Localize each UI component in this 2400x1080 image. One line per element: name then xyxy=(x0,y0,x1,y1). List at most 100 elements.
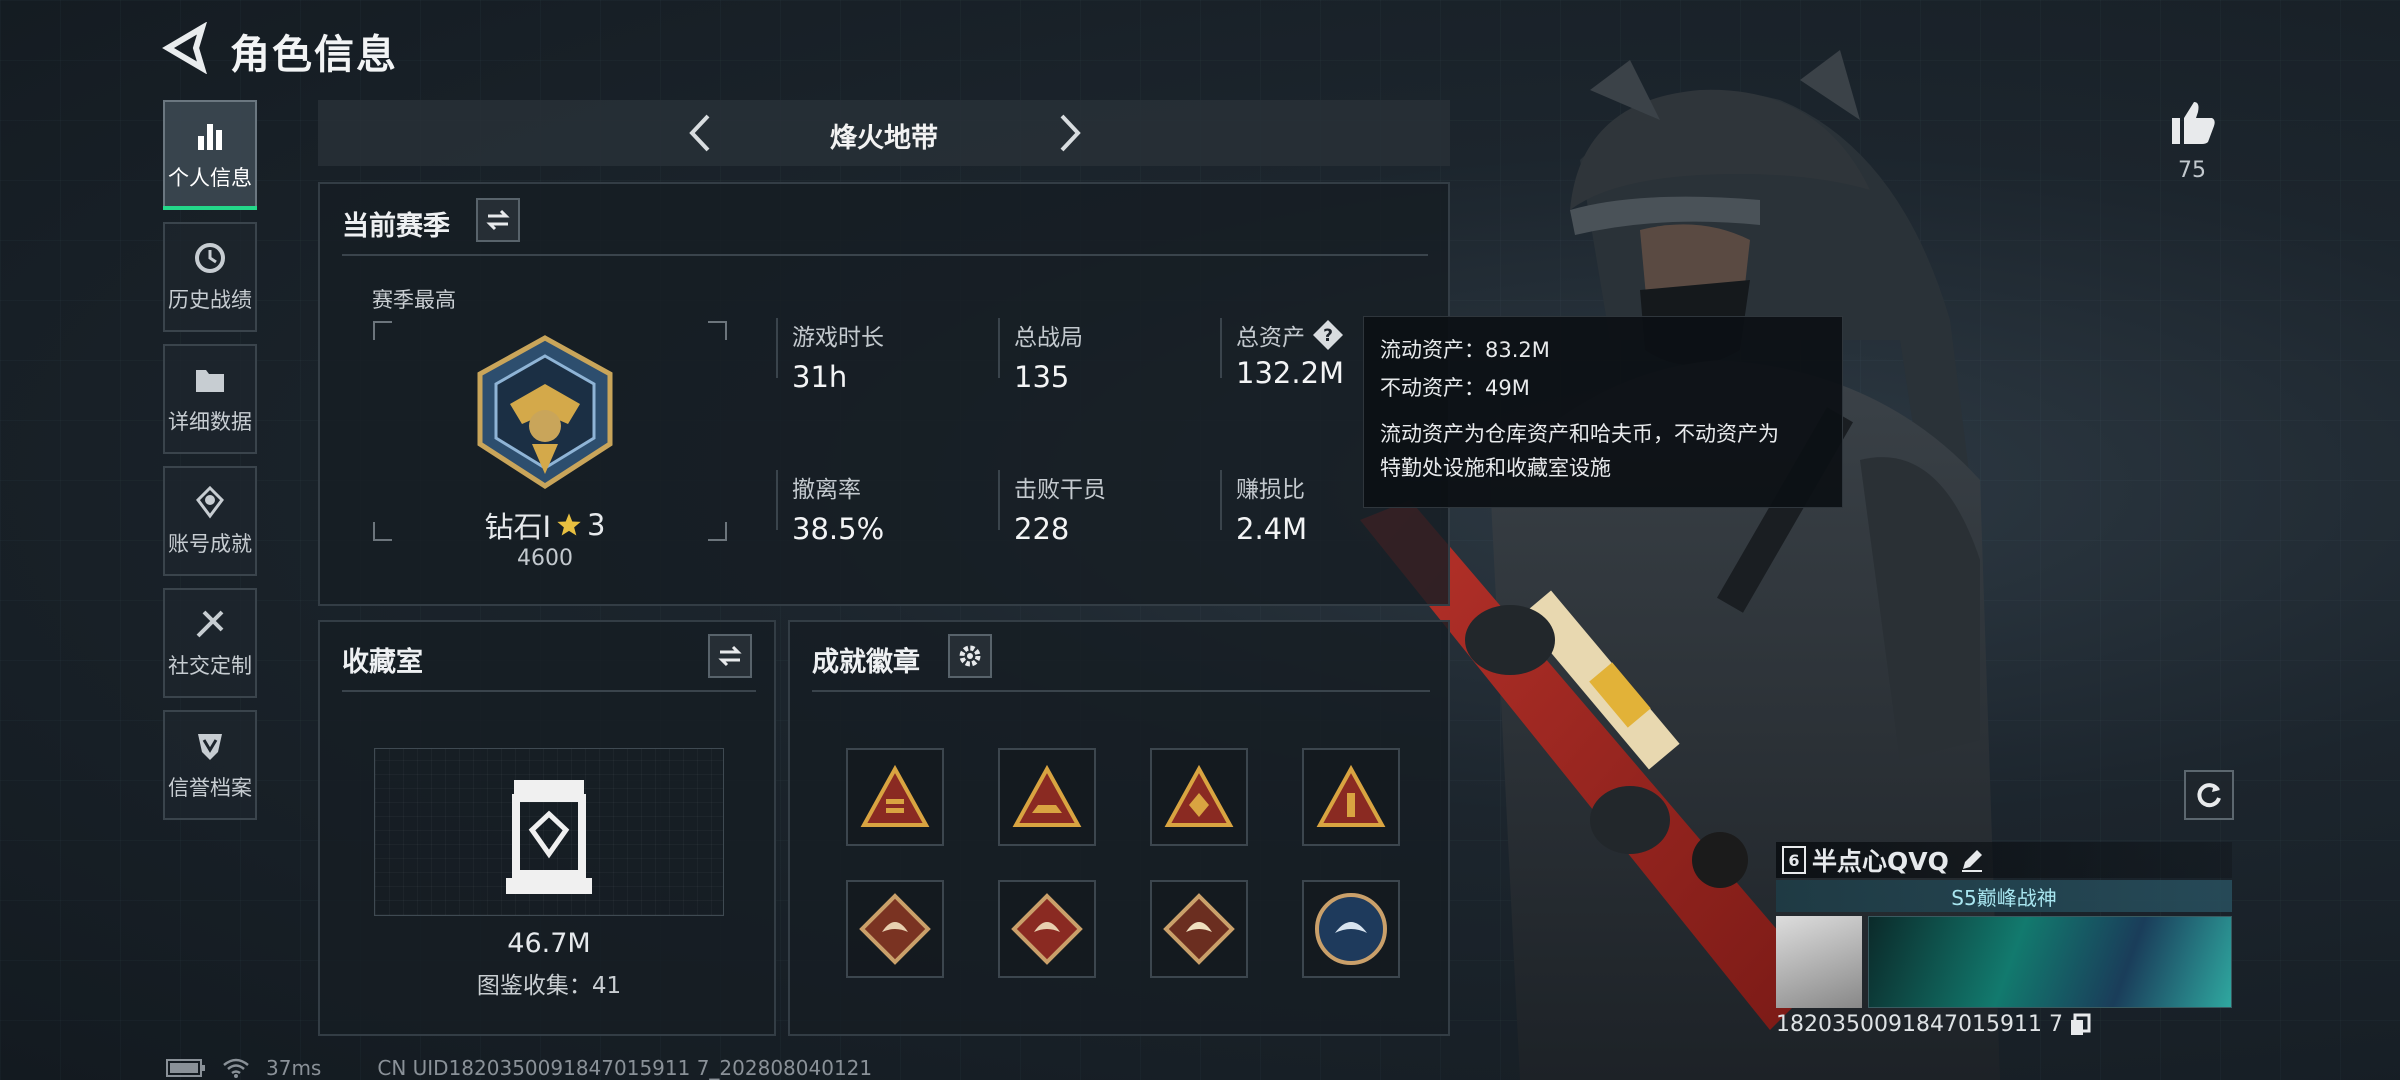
achievements-title: 成就徽章 xyxy=(812,647,920,678)
sidebar-item-label: 账号成就 xyxy=(168,532,252,556)
achievement-icon xyxy=(196,485,224,519)
tools-icon xyxy=(196,610,224,638)
player-card: 6 半点心QVQ S5巅峰战神 1820350091847015911 7 xyxy=(1776,842,2232,1046)
sidebar-item-achievements[interactable]: 账号成就 xyxy=(163,466,257,576)
stat-total-matches: 总战局 135 xyxy=(998,318,1198,394)
achievement-badge[interactable] xyxy=(1302,748,1400,846)
stat-playtime: 游戏时长 31h xyxy=(776,318,976,394)
collection-display-case-icon xyxy=(506,780,592,894)
diamond-rank-emblem-icon xyxy=(477,335,613,489)
season-best-label: 赛季最高 xyxy=(372,288,456,312)
bar-chart-icon xyxy=(198,124,222,150)
player-title: S5巅峰战神 xyxy=(1951,885,2057,910)
player-banner xyxy=(1868,916,2232,1008)
tooltip-description: 流动资产为仓库资产和哈夫币，不动资产为 特勤处设施和收藏室设施 xyxy=(1380,417,1826,485)
folder-icon xyxy=(196,370,224,392)
wifi-icon xyxy=(223,1058,249,1078)
achievement-badges-panel: 成就徽章 xyxy=(788,620,1450,1036)
rank-score: 4600 xyxy=(517,546,573,571)
achievements-settings-button[interactable] xyxy=(948,634,992,678)
stat-label: 击败干员 xyxy=(1014,477,1106,503)
player-uid: 1820350091847015911 7 xyxy=(1776,1012,2063,1037)
swap-icon xyxy=(486,209,510,231)
clock-icon xyxy=(195,243,225,273)
star-icon xyxy=(557,513,581,536)
season-title: 当前赛季 xyxy=(342,211,450,242)
triangle-number-badge-icon xyxy=(1316,765,1386,827)
next-mode-arrow-icon[interactable] xyxy=(1046,110,1092,156)
triangle-emblem-badge-icon xyxy=(1164,765,1234,827)
status-bar: 37ms CN UID1820350091847015911 7_2028080… xyxy=(166,1056,872,1080)
dragon-diamond-red-badge-icon xyxy=(1011,893,1083,965)
tooltip-description-line: 特勤处设施和收藏室设施 xyxy=(1380,456,1611,480)
tooltip-description-line: 流动资产为仓库资产和哈夫币，不动资产为 xyxy=(1380,422,1779,446)
sidebar-item-label: 历史战绩 xyxy=(168,288,252,312)
uid-status-line: CN UID1820350091847015911 7_202808040121 xyxy=(377,1056,873,1080)
back-button[interactable] xyxy=(160,22,210,74)
player-name: 半点心QVQ xyxy=(1812,847,1949,876)
triangle-bars-badge-icon xyxy=(860,765,930,827)
sidebar-item-label: 详细数据 xyxy=(168,410,252,434)
achievement-badge[interactable] xyxy=(1150,880,1248,978)
rank-stars: 3 xyxy=(587,508,606,542)
stat-extraction-rate: 撤离率 38.5% xyxy=(776,470,976,546)
stat-value: 228 xyxy=(1014,512,1070,546)
mode-switcher: 烽火地带 xyxy=(318,100,1450,166)
sidebar-item-history[interactable]: 历史战绩 xyxy=(163,222,257,332)
thumbs-up-icon[interactable] xyxy=(2168,98,2218,146)
stat-value: 2.4M xyxy=(1236,512,1308,546)
sidebar-item-label: 个人信息 xyxy=(168,166,252,190)
achievement-badge[interactable] xyxy=(998,880,1096,978)
rank-name: 钻石I xyxy=(484,510,552,544)
battery-icon xyxy=(166,1059,205,1077)
swap-icon xyxy=(718,645,742,667)
achievement-badge[interactable] xyxy=(846,880,944,978)
achievement-badge[interactable] xyxy=(998,748,1096,846)
svg-text:?: ? xyxy=(1323,326,1333,346)
edit-icon[interactable] xyxy=(1959,847,1985,873)
achievement-badge[interactable] xyxy=(846,748,944,846)
collection-swap-button[interactable] xyxy=(708,634,752,678)
sidebar-item-label: 信誉档案 xyxy=(168,776,252,800)
dragon-diamond-badge-icon xyxy=(859,893,931,965)
current-season-panel: 当前赛季 赛季最高 钻石I 3 4600 游戏时长 31h 总战局 135 总资… xyxy=(318,182,1450,606)
gear-icon xyxy=(959,645,981,667)
dragon-diamond-gold-badge-icon xyxy=(1163,893,1235,965)
rank-display: 钻石I 3 xyxy=(480,504,610,546)
collection-title: 收藏室 xyxy=(342,647,423,678)
stat-value: 31h xyxy=(792,360,848,394)
stat-label: 总战局 xyxy=(1014,325,1083,351)
sidebar-item-credit-record[interactable]: 信誉档案 xyxy=(163,710,257,820)
achievement-badge[interactable] xyxy=(1302,880,1400,978)
refresh-icon xyxy=(2197,783,2221,808)
collection-count: 图鉴收集：41 xyxy=(476,973,622,999)
collection-value: 46.7M xyxy=(507,928,591,959)
stat-value: 135 xyxy=(1014,360,1070,394)
assets-tooltip: 流动资产：83.2M 不动资产：49M 流动资产为仓库资产和哈夫币，不动资产为 … xyxy=(1363,316,1843,508)
tooltip-fixed-assets: 不动资产：49M xyxy=(1380,376,1530,400)
player-avatar xyxy=(1776,916,1862,1008)
ping-value: 37ms xyxy=(266,1056,322,1080)
collection-panel[interactable]: 收藏室 46.7M 图鉴收集：41 xyxy=(318,620,776,1036)
sidebar-item-personal-info[interactable]: 个人信息 xyxy=(163,100,257,210)
page-title: 角色信息 xyxy=(230,32,398,78)
sidebar-item-social-custom[interactable]: 社交定制 xyxy=(163,588,257,698)
stat-label: 撤离率 xyxy=(792,477,861,503)
mode-title: 烽火地带 xyxy=(830,123,938,154)
copy-icon[interactable] xyxy=(2069,1013,2091,1037)
stat-label: 游戏时长 xyxy=(792,325,884,351)
shield-icon xyxy=(198,734,222,760)
sidebar: 个人信息 历史战绩 详细数据 账号成就 社交定制 信誉档案 xyxy=(163,100,259,832)
refresh-button[interactable] xyxy=(2184,770,2234,820)
likes-count: 75 xyxy=(2178,158,2206,183)
stat-operators-defeated: 击败干员 228 xyxy=(998,470,1198,546)
dragon-circle-badge-icon xyxy=(1315,893,1387,965)
stat-label: 总资产 xyxy=(1236,325,1305,351)
season-swap-button[interactable] xyxy=(476,198,520,242)
sidebar-item-label: 社交定制 xyxy=(168,654,252,678)
tooltip-liquid-assets: 流动资产：83.2M xyxy=(1380,338,1550,362)
help-icon[interactable]: ? xyxy=(1311,318,1345,352)
achievement-badge[interactable] xyxy=(1150,748,1248,846)
sidebar-item-detailed-data[interactable]: 详细数据 xyxy=(163,344,257,454)
triangle-ship-badge-icon xyxy=(1012,765,1082,827)
